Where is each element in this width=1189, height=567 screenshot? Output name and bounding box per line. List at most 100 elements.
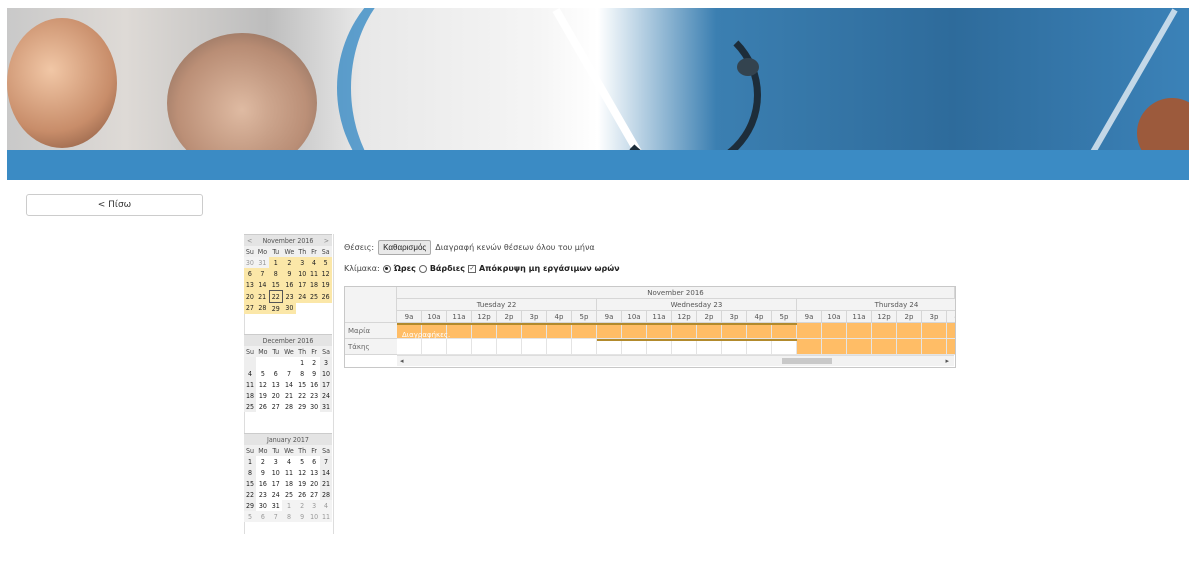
calendar-day[interactable]: 6 bbox=[308, 456, 320, 467]
time-slot[interactable] bbox=[822, 339, 847, 355]
calendar-day[interactable]: 16 bbox=[256, 478, 270, 489]
back-button[interactable]: < Πίσω bbox=[26, 194, 203, 216]
calendar-day[interactable]: 11 bbox=[320, 511, 332, 522]
calendar-day[interactable]: 8 bbox=[296, 368, 308, 379]
clear-button[interactable]: Καθαρισμός bbox=[378, 240, 432, 255]
time-slot[interactable] bbox=[797, 323, 822, 339]
calendar-day[interactable]: 5 bbox=[244, 511, 256, 522]
calendar-day[interactable]: 30 bbox=[282, 302, 297, 314]
time-slot[interactable] bbox=[547, 339, 572, 355]
time-slot[interactable] bbox=[897, 323, 922, 339]
event-label[interactable]: Διαγραφήκες. bbox=[402, 331, 450, 339]
calendar-day[interactable]: 25 bbox=[282, 489, 296, 500]
calendar-day[interactable]: 31 bbox=[255, 257, 270, 268]
scroll-left-icon[interactable]: ◂ bbox=[400, 356, 404, 366]
calendar-day[interactable]: 24 bbox=[270, 489, 282, 500]
calendar-day[interactable]: 11 bbox=[244, 379, 256, 390]
time-slot[interactable] bbox=[772, 323, 797, 339]
calendar-day[interactable]: 26 bbox=[256, 401, 270, 412]
calendar-day[interactable]: 6 bbox=[255, 511, 270, 522]
time-slot[interactable] bbox=[422, 339, 447, 355]
calendar-day[interactable]: 28 bbox=[255, 302, 270, 314]
calendar-day[interactable]: 11 bbox=[308, 268, 320, 279]
calendar-day[interactable]: 13 bbox=[270, 379, 282, 390]
calendar-day[interactable]: 1 bbox=[269, 257, 283, 268]
calendar-day[interactable]: 1 bbox=[281, 500, 297, 511]
calendar-day[interactable]: 20 bbox=[270, 390, 282, 401]
calendar-day[interactable]: 13 bbox=[244, 279, 256, 291]
calendar-day[interactable] bbox=[308, 303, 320, 315]
calendar-day[interactable]: 14 bbox=[282, 379, 296, 390]
calendar-day[interactable] bbox=[296, 303, 308, 315]
shifts-radio[interactable] bbox=[418, 264, 427, 273]
calendar-day[interactable]: 25 bbox=[308, 290, 320, 303]
calendar-day[interactable]: 10 bbox=[320, 368, 332, 379]
time-slot[interactable] bbox=[597, 323, 622, 339]
calendar-day[interactable]: 15 bbox=[269, 279, 283, 291]
calendar-day[interactable]: 8 bbox=[281, 511, 297, 522]
calendar-day[interactable]: 27 bbox=[244, 302, 256, 314]
time-slot[interactable] bbox=[947, 339, 955, 355]
time-slot[interactable] bbox=[547, 323, 572, 339]
scroll-right-icon[interactable]: ▸ bbox=[945, 356, 949, 366]
scroll-thumb[interactable] bbox=[782, 358, 832, 364]
time-slot[interactable] bbox=[447, 323, 472, 339]
prev-month-icon[interactable]: < bbox=[247, 237, 252, 245]
calendar-day[interactable]: 1 bbox=[244, 456, 256, 467]
calendar-day[interactable]: 4 bbox=[282, 456, 296, 467]
calendar-day[interactable]: 10 bbox=[296, 268, 309, 279]
calendar-day[interactable]: 20 bbox=[308, 478, 320, 489]
calendar-day[interactable]: 5 bbox=[319, 257, 332, 268]
time-slot[interactable] bbox=[897, 339, 922, 355]
time-slot[interactable] bbox=[797, 339, 822, 355]
calendar-day[interactable]: 27 bbox=[270, 401, 282, 412]
calendar-day[interactable]: 4 bbox=[320, 500, 332, 511]
calendar-day[interactable]: 30 bbox=[308, 401, 320, 412]
calendar-day[interactable] bbox=[256, 357, 270, 368]
calendar-day[interactable]: 16 bbox=[282, 279, 297, 291]
calendar-day[interactable]: 24 bbox=[296, 290, 309, 303]
time-slot[interactable] bbox=[472, 339, 497, 355]
calendar-day[interactable] bbox=[282, 357, 296, 368]
time-slot[interactable] bbox=[647, 339, 672, 355]
calendar-day[interactable]: 2 bbox=[296, 500, 309, 511]
calendar-day[interactable]: 17 bbox=[320, 379, 332, 390]
calendar-day[interactable]: 22 bbox=[244, 489, 256, 500]
calendar-day[interactable]: 3 bbox=[296, 257, 309, 268]
calendar-day[interactable]: 23 bbox=[308, 390, 320, 401]
time-slot[interactable] bbox=[497, 339, 522, 355]
calendar-day[interactable]: 20 bbox=[244, 290, 256, 303]
calendar-day[interactable]: 1 bbox=[296, 357, 308, 368]
hours-radio[interactable] bbox=[382, 264, 391, 273]
time-slot[interactable] bbox=[722, 339, 747, 355]
calendar-day[interactable]: 2 bbox=[256, 456, 270, 467]
calendar-day[interactable]: 6 bbox=[270, 368, 282, 379]
time-slot[interactable] bbox=[847, 339, 872, 355]
calendar-day[interactable] bbox=[244, 357, 256, 368]
calendar-day[interactable]: 8 bbox=[269, 268, 283, 279]
time-slot[interactable] bbox=[397, 339, 422, 355]
time-slot[interactable] bbox=[872, 323, 897, 339]
time-slot[interactable] bbox=[922, 339, 947, 355]
calendar-day[interactable]: 15 bbox=[244, 478, 256, 489]
calendar-day[interactable]: 24 bbox=[320, 390, 332, 401]
calendar-day[interactable]: 7 bbox=[282, 368, 296, 379]
calendar-day[interactable]: 2 bbox=[308, 357, 320, 368]
calendar-day[interactable]: 27 bbox=[308, 489, 320, 500]
calendar-day[interactable]: 9 bbox=[256, 467, 270, 478]
time-slot[interactable] bbox=[822, 323, 847, 339]
calendar-day[interactable] bbox=[270, 357, 282, 368]
calendar-day[interactable]: 14 bbox=[320, 467, 332, 478]
calendar-day[interactable]: 4 bbox=[244, 368, 256, 379]
calendar-day[interactable]: 7 bbox=[320, 456, 332, 467]
calendar-day[interactable]: 12 bbox=[256, 379, 270, 390]
time-slot[interactable] bbox=[747, 323, 772, 339]
calendar-day[interactable]: 19 bbox=[296, 478, 308, 489]
calendar-day[interactable]: 22 bbox=[296, 390, 308, 401]
calendar-day[interactable]: 28 bbox=[320, 489, 332, 500]
time-slot[interactable] bbox=[622, 339, 647, 355]
time-slot[interactable] bbox=[697, 339, 722, 355]
calendar-day[interactable]: 5 bbox=[256, 368, 270, 379]
calendar-day[interactable]: 6 bbox=[244, 268, 256, 279]
time-slot[interactable] bbox=[747, 339, 772, 355]
